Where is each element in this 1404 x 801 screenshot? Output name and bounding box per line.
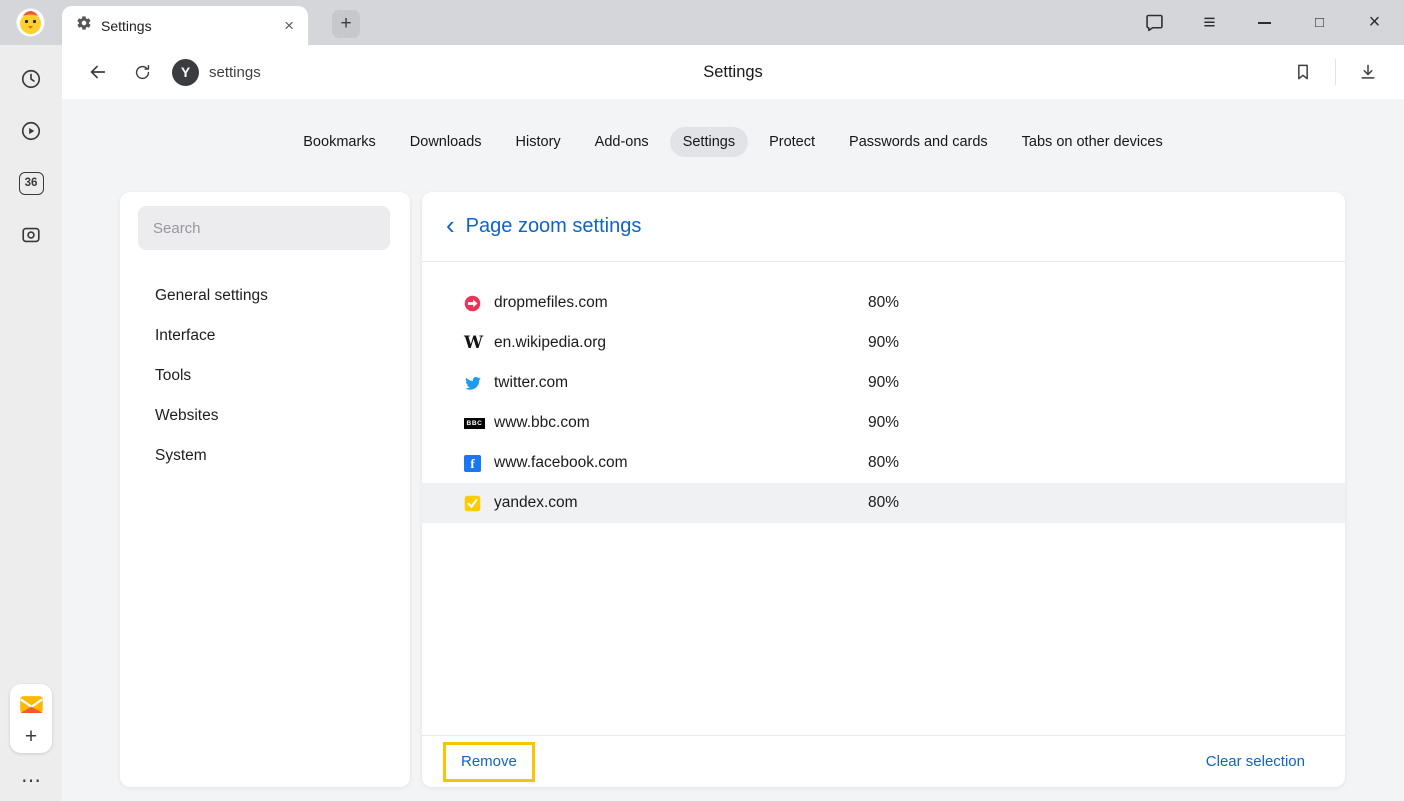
apps-panel: + xyxy=(10,684,52,753)
reload-icon[interactable] xyxy=(120,50,164,94)
new-tab-button[interactable]: + xyxy=(332,10,360,38)
remove-annotation-box: Remove xyxy=(443,742,535,782)
panel-footer: Remove Clear selection xyxy=(422,735,1345,787)
yandex-favicon xyxy=(464,495,494,512)
screenshot-icon[interactable] xyxy=(0,209,62,261)
history-icon[interactable] xyxy=(0,53,62,105)
twitter-favicon xyxy=(464,374,494,392)
toolbar-right xyxy=(1281,50,1390,94)
browser-sidebar: 36 + ⋯ xyxy=(0,45,62,801)
zoom-value: 80% xyxy=(868,294,1345,312)
window-close-icon[interactable]: × xyxy=(1347,0,1402,45)
zoom-row[interactable]: BBC www.bbc.com 90% xyxy=(422,403,1345,443)
tab-protect[interactable]: Protect xyxy=(756,127,828,157)
browser-logo xyxy=(15,7,46,38)
tab-title: Settings xyxy=(101,18,275,34)
zoom-value: 80% xyxy=(868,494,1345,512)
more-icon[interactable]: ⋯ xyxy=(21,771,41,791)
site-name: en.wikipedia.org xyxy=(494,334,868,352)
zoom-row[interactable]: dropmefiles.com 80% xyxy=(422,283,1345,323)
bookmark-icon[interactable] xyxy=(1281,50,1325,94)
sidebar-item-websites[interactable]: Websites xyxy=(120,396,410,436)
minimize-icon[interactable] xyxy=(1237,0,1292,45)
sidebar-item-general-settings[interactable]: General settings xyxy=(120,276,410,316)
settings-favicon: Y xyxy=(172,59,199,86)
sidebar-item-tools[interactable]: Tools xyxy=(120,356,410,396)
settings-sidebar-card: General settings Interface Tools Website… xyxy=(120,192,410,787)
site-name: www.bbc.com xyxy=(494,414,868,432)
zoom-value: 90% xyxy=(868,414,1345,432)
play-icon[interactable] xyxy=(0,105,62,157)
panel-title[interactable]: Page zoom settings xyxy=(466,215,642,238)
page-title: Settings xyxy=(62,45,1404,99)
site-name: dropmefiles.com xyxy=(494,294,868,312)
zoom-row[interactable]: W en.wikipedia.org 90% xyxy=(422,323,1345,363)
back-chevron-icon[interactable]: ‹ xyxy=(446,212,455,238)
tab-strip: Settings × + ≡ □ × xyxy=(0,0,1404,45)
facebook-favicon: f xyxy=(464,455,494,472)
site-name: yandex.com xyxy=(494,494,868,512)
zoom-row[interactable]: twitter.com 90% xyxy=(422,363,1345,403)
panel-header[interactable]: ‹ Page zoom settings xyxy=(422,192,1345,262)
window-controls: ≡ □ × xyxy=(1127,0,1402,45)
yandex-mail-icon[interactable] xyxy=(18,691,45,723)
download-icon[interactable] xyxy=(1346,50,1390,94)
search-input[interactable] xyxy=(138,206,390,250)
toolbar-divider xyxy=(1335,59,1336,85)
tab-downloads[interactable]: Downloads xyxy=(397,127,495,157)
tab-passwords-and-cards[interactable]: Passwords and cards xyxy=(836,127,1001,157)
address-text: settings xyxy=(209,64,261,81)
tab-add-ons[interactable]: Add-ons xyxy=(582,127,662,157)
side-panel-icon[interactable] xyxy=(1127,0,1182,45)
tab-history[interactable]: History xyxy=(503,127,574,157)
zoom-value: 90% xyxy=(868,374,1345,392)
zoom-value: 90% xyxy=(868,334,1345,352)
dropmefiles-favicon xyxy=(464,295,494,312)
remove-button[interactable]: Remove xyxy=(461,753,517,770)
address-bar[interactable]: Y settings xyxy=(172,59,261,86)
tab-bookmarks[interactable]: Bookmarks xyxy=(290,127,389,157)
tab-settings[interactable]: Settings xyxy=(670,127,748,157)
zoom-row[interactable]: f www.facebook.com 80% xyxy=(422,443,1345,483)
gear-icon xyxy=(76,15,92,36)
sidebar-bottom: + ⋯ xyxy=(0,684,62,791)
tab-counter[interactable]: 36 xyxy=(0,157,62,209)
site-name: www.facebook.com xyxy=(494,454,868,472)
tab-count-label: 36 xyxy=(19,172,44,195)
zoom-row-selected[interactable]: yandex.com 80% xyxy=(422,483,1345,523)
clear-selection-button[interactable]: Clear selection xyxy=(1206,753,1305,770)
zoom-value: 80% xyxy=(868,454,1345,472)
sidebar-item-system[interactable]: System xyxy=(120,436,410,476)
site-name: twitter.com xyxy=(494,374,868,392)
settings-nav-tabs: Bookmarks Downloads History Add-ons Sett… xyxy=(62,127,1404,157)
toolbar: Settings Y settings xyxy=(62,45,1404,99)
tab-close-icon[interactable]: × xyxy=(284,17,294,34)
bbc-favicon: BBC xyxy=(464,418,494,429)
page-zoom-panel: ‹ Page zoom settings dropmefiles.com 80%… xyxy=(422,192,1345,787)
settings-section-list: General settings Interface Tools Website… xyxy=(120,276,410,476)
wikipedia-favicon: W xyxy=(464,335,494,352)
maximize-icon[interactable]: □ xyxy=(1292,0,1347,45)
browser-tab-settings[interactable]: Settings × xyxy=(62,6,308,45)
zoom-rows: dropmefiles.com 80% W en.wikipedia.org 9… xyxy=(422,262,1345,523)
menu-icon[interactable]: ≡ xyxy=(1182,0,1237,45)
back-icon[interactable] xyxy=(76,50,120,94)
tab-tabs-on-other-devices[interactable]: Tabs on other devices xyxy=(1009,127,1176,157)
sidebar-item-interface[interactable]: Interface xyxy=(120,316,410,356)
add-app-icon[interactable]: + xyxy=(25,723,37,750)
